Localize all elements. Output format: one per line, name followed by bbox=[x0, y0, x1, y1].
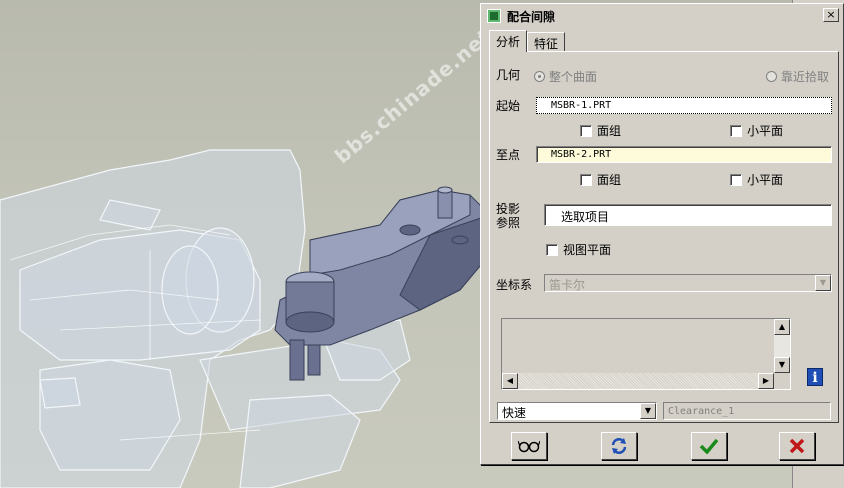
glasses-icon bbox=[517, 440, 541, 453]
to-quilt-checkbox[interactable]: 面组 bbox=[580, 171, 621, 188]
radio-whole-surface-dot bbox=[534, 71, 545, 82]
tab-bar: 分析 特征 bbox=[489, 30, 566, 52]
to-small-plane-checkbox[interactable]: 小平面 bbox=[730, 171, 783, 188]
dialog-app-icon bbox=[487, 9, 501, 23]
ok-button[interactable] bbox=[691, 432, 727, 460]
from-quilt-box bbox=[580, 124, 592, 137]
from-label: 起始 bbox=[496, 99, 521, 113]
refresh-icon bbox=[611, 438, 627, 454]
clearance-name-field[interactable]: Clearance_1 bbox=[663, 402, 831, 420]
from-field[interactable]: MSBR-1.PRT bbox=[536, 97, 832, 114]
results-hscrollbar[interactable]: ◀ ▶ bbox=[502, 373, 774, 389]
to-small-plane-box bbox=[730, 173, 742, 186]
scroll-up-icon[interactable]: ▲ bbox=[774, 319, 790, 335]
cancel-button[interactable] bbox=[779, 432, 815, 460]
dialog-title: 配合间隙 bbox=[507, 9, 556, 24]
dialog-titlebar[interactable]: 配合间隙 × bbox=[483, 6, 841, 26]
close-button[interactable]: × bbox=[823, 8, 839, 22]
radio-near-pick-label: 靠近拾取 bbox=[781, 70, 830, 84]
results-vscrollbar[interactable]: ▲ ▼ bbox=[774, 319, 790, 373]
csys-select[interactable]: 笛卡尔 ▼ bbox=[544, 274, 832, 292]
to-field[interactable]: MSBR-2.PRT bbox=[536, 146, 832, 163]
csys-value: 笛卡尔 bbox=[549, 278, 586, 292]
mode-value: 快速 bbox=[502, 406, 527, 420]
from-small-plane-label: 小平面 bbox=[747, 124, 784, 138]
projection-label-line2: 参照 bbox=[496, 216, 521, 230]
scroll-left-icon[interactable]: ◀ bbox=[502, 373, 518, 389]
scroll-down-icon[interactable]: ▼ bbox=[774, 357, 790, 373]
from-small-plane-box bbox=[730, 124, 742, 137]
radio-near-pick[interactable]: 靠近拾取 bbox=[766, 68, 829, 85]
checkmark-icon bbox=[699, 438, 719, 455]
mode-select[interactable]: 快速 ▼ bbox=[497, 402, 657, 420]
clearance-dialog: 配合间隙 × 分析 特征 几何 整个曲面 靠近拾取 起始 MSBR-1.PRT … bbox=[480, 3, 844, 465]
from-quilt-label: 面组 bbox=[597, 124, 622, 138]
view-plane-checkbox[interactable]: 视图平面 bbox=[546, 241, 611, 258]
from-small-plane-checkbox[interactable]: 小平面 bbox=[730, 122, 783, 139]
tab-analysis[interactable]: 分析 bbox=[489, 30, 528, 52]
from-quilt-checkbox[interactable]: 面组 bbox=[580, 122, 621, 139]
repeat-button[interactable] bbox=[601, 432, 637, 460]
to-quilt-label: 面组 bbox=[597, 173, 622, 187]
csys-dropdown-arrow-icon[interactable]: ▼ bbox=[815, 275, 831, 291]
to-quilt-box bbox=[580, 173, 592, 186]
radio-whole-surface[interactable]: 整个曲面 bbox=[534, 68, 597, 85]
preview-button[interactable] bbox=[511, 432, 547, 460]
view-plane-box bbox=[546, 243, 558, 256]
mode-dropdown-arrow-icon[interactable]: ▼ bbox=[640, 403, 656, 419]
csys-label: 坐标系 bbox=[496, 278, 533, 292]
x-icon bbox=[789, 438, 805, 454]
radio-near-pick-dot bbox=[766, 71, 777, 82]
to-small-plane-label: 小平面 bbox=[747, 173, 784, 187]
projection-field[interactable]: 选取项目 bbox=[544, 204, 832, 226]
to-label: 至点 bbox=[496, 148, 521, 162]
tab-feature[interactable]: 特征 bbox=[527, 32, 566, 52]
view-plane-label: 视图平面 bbox=[563, 243, 612, 257]
geometry-label: 几何 bbox=[496, 68, 521, 82]
info-icon[interactable]: i bbox=[807, 368, 823, 386]
scroll-right-icon[interactable]: ▶ bbox=[758, 373, 774, 389]
radio-whole-surface-label: 整个曲面 bbox=[549, 70, 598, 84]
results-list[interactable]: ▲ ▼ ◀ ▶ bbox=[501, 318, 791, 390]
